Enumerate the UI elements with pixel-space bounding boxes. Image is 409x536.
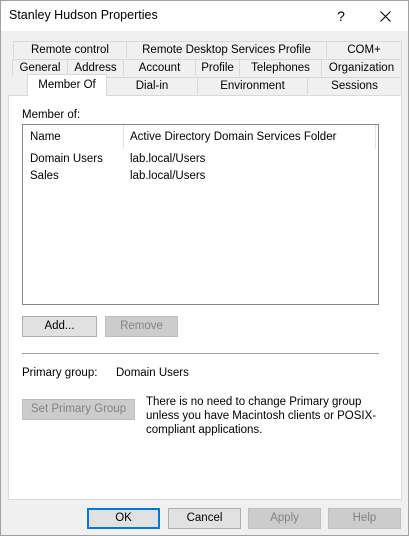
tab-profile[interactable]: Profile [195, 59, 240, 76]
section-divider [22, 353, 379, 354]
tab-dial-in[interactable]: Dial-in [106, 77, 198, 94]
apply-button[interactable]: Apply [248, 508, 321, 529]
add-button[interactable]: Add... [22, 316, 97, 337]
table-row[interactable]: Sales lab.local/Users [23, 169, 378, 186]
close-icon [379, 10, 391, 22]
tab-telephones[interactable]: Telephones [239, 59, 322, 76]
help-icon: ? [337, 8, 345, 24]
group-folder-cell: lab.local/Users [130, 170, 206, 182]
column-header-folder[interactable]: Active Directory Domain Services Folder [130, 131, 336, 143]
member-of-list[interactable]: Name Active Directory Domain Services Fo… [22, 124, 379, 305]
primary-group-value: Domain Users [116, 367, 189, 379]
cancel-button[interactable]: Cancel [168, 508, 241, 529]
group-name-cell: Sales [30, 170, 59, 182]
tab-row-1: Remote control Remote Desktop Services P… [8, 41, 402, 59]
group-name-cell: Domain Users [30, 153, 103, 165]
group-folder-cell: lab.local/Users [130, 153, 206, 165]
set-primary-group-button[interactable]: Set Primary Group [22, 399, 135, 420]
list-header: Name Active Directory Domain Services Fo… [23, 125, 378, 151]
primary-group-label: Primary group: [22, 367, 98, 379]
column-divider[interactable] [123, 125, 124, 149]
help-button[interactable]: Help [328, 508, 401, 529]
title-bar[interactable]: Stanley Hudson Properties ? [1, 1, 408, 31]
tab-sessions[interactable]: Sessions [307, 77, 402, 94]
table-row[interactable]: Domain Users lab.local/Users [23, 152, 378, 169]
window-title: Stanley Hudson Properties [9, 8, 158, 22]
tab-remote-desktop-services-profile[interactable]: Remote Desktop Services Profile [126, 41, 327, 58]
tab-organization[interactable]: Organization [321, 59, 402, 76]
remove-button[interactable]: Remove [105, 316, 178, 337]
member-of-label: Member of: [22, 109, 81, 121]
tab-environment[interactable]: Environment [197, 77, 308, 94]
ok-button[interactable]: OK [87, 508, 160, 529]
tab-com-plus[interactable]: COM+ [326, 41, 402, 58]
close-button[interactable] [363, 1, 407, 31]
column-divider[interactable] [375, 125, 376, 149]
tab-remote-control[interactable]: Remote control [13, 41, 127, 58]
tab-member-of[interactable]: Member Of [27, 74, 107, 96]
help-title-button[interactable]: ? [319, 1, 363, 31]
column-header-name[interactable]: Name [30, 131, 61, 143]
primary-group-note: There is no need to change Primary group… [146, 396, 377, 436]
tab-account[interactable]: Account [123, 59, 196, 76]
properties-dialog: Stanley Hudson Properties ? Remote contr… [0, 0, 409, 536]
